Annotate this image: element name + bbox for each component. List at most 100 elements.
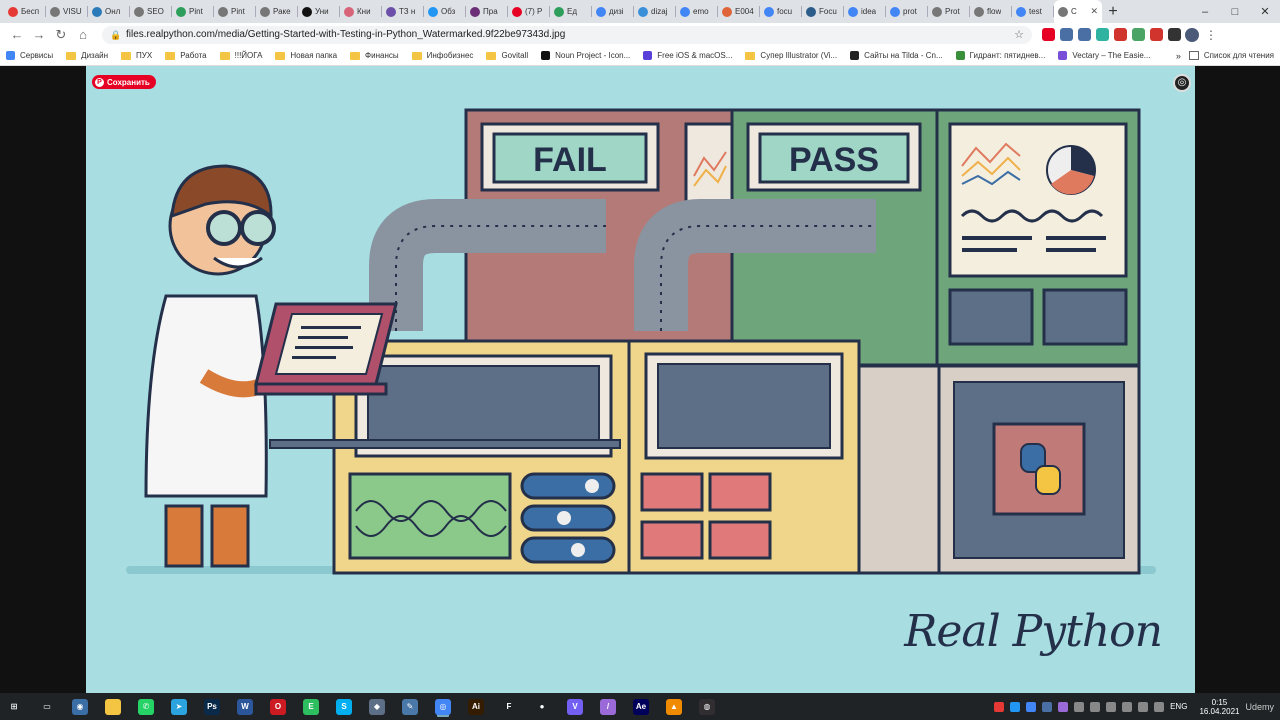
taskbar-opera-icon[interactable]: O [270, 698, 286, 715]
close-tab-icon[interactable]: ✕ [1090, 6, 1098, 17]
browser-tab[interactable]: prot [886, 0, 928, 23]
home-button[interactable]: ⌂ [72, 25, 94, 45]
bookmark-item[interactable]: Дизайн [66, 51, 108, 60]
browser-tab[interactable]: idea [844, 0, 886, 23]
bookmark-item[interactable]: Noun Project - Icon... [541, 51, 630, 60]
browser-tab[interactable]: дизі [592, 0, 634, 23]
taskbar-viber-icon[interactable]: V [567, 698, 583, 715]
browser-tab[interactable]: Бесп [4, 0, 46, 23]
bookmark-item[interactable]: Супер Illustrator (Vi... [745, 51, 837, 60]
back-button[interactable]: ← [6, 25, 28, 45]
taskbar-pen-icon[interactable]: / [600, 698, 616, 715]
tray-icon[interactable] [1090, 701, 1101, 712]
bookmark-item[interactable]: ПУХ [121, 51, 152, 60]
tray-icon[interactable] [1010, 701, 1021, 712]
address-bar[interactable]: 🔒 ☆ [102, 25, 1032, 44]
bookmark-item[interactable]: Работа [165, 51, 207, 60]
taskbar-task-view-icon[interactable]: ▭ [39, 698, 55, 715]
forward-button[interactable]: → [28, 25, 50, 45]
bookmark-item[interactable]: Vectary – The Easie... [1058, 51, 1150, 60]
tray-icon[interactable] [1106, 701, 1117, 712]
bookmarks-more-button[interactable]: » [1176, 51, 1181, 61]
close-window-button[interactable]: ✕ [1250, 0, 1280, 23]
browser-tab[interactable]: Пра [466, 0, 508, 23]
tray-icon[interactable] [1058, 701, 1069, 712]
taskbar-windows-icon[interactable]: ⊞ [6, 698, 22, 715]
taskbar-vpn-icon[interactable]: ◆ [369, 698, 385, 715]
browser-tab[interactable]: dizaj [634, 0, 676, 23]
url-input[interactable] [126, 29, 1015, 40]
bookmark-item[interactable]: Сайты на Tilda - Cn... [850, 51, 943, 60]
browser-tab[interactable]: Обз [424, 0, 466, 23]
extension-icon[interactable] [1132, 28, 1145, 41]
browser-tab[interactable]: Раке [256, 0, 298, 23]
browser-tab[interactable]: test [1012, 0, 1054, 23]
taskbar-obs-icon[interactable]: ◍ [699, 698, 715, 715]
taskbar-skype-icon[interactable]: S [336, 698, 352, 715]
extension-icon[interactable] [1114, 28, 1127, 41]
language-indicator[interactable]: ENG [1170, 702, 1187, 711]
browser-tab[interactable]: Pint [214, 0, 256, 23]
bookmark-item[interactable]: Govitall [486, 51, 528, 60]
browser-tab[interactable]: focu [760, 0, 802, 23]
tray-icon[interactable] [1138, 701, 1149, 712]
browser-tab[interactable]: VISU [46, 0, 88, 23]
browser-tab[interactable]: Focu [802, 0, 844, 23]
taskbar-telegram-icon[interactable]: ➤ [171, 698, 187, 715]
taskbar-whatsapp-icon[interactable]: ✆ [138, 698, 154, 715]
clock[interactable]: 0:15 16.04.2021 [1199, 698, 1239, 716]
browser-tab[interactable]: Pint [172, 0, 214, 23]
tray-icon[interactable] [1074, 701, 1085, 712]
taskbar-explorer-icon[interactable] [105, 698, 121, 715]
taskbar-illustrator-icon[interactable]: Ai [468, 698, 484, 715]
tray-icon[interactable] [1122, 701, 1133, 712]
browser-tab[interactable]: Кни [340, 0, 382, 23]
taskbar-chrome-icon[interactable]: ◎ [435, 698, 451, 715]
taskbar-record-icon[interactable]: ● [534, 698, 550, 715]
taskbar-notes-icon[interactable]: ✎ [402, 698, 418, 715]
browser-menu-button[interactable]: ⋮ [1205, 28, 1217, 42]
taskbar-evernote-icon[interactable]: E [303, 698, 319, 715]
google-lens-icon[interactable]: ◎ [1173, 74, 1191, 92]
bookmark-item[interactable]: Новая папка [275, 51, 337, 60]
browser-tab[interactable]: SEO [130, 0, 172, 23]
browser-tab[interactable]: Онл [88, 0, 130, 23]
extension-icon[interactable] [1078, 28, 1091, 41]
browser-tab[interactable]: Уни [298, 0, 340, 23]
pinterest-save-button[interactable]: P Сохранить [92, 75, 156, 89]
bookmark-item[interactable]: Инфобизнес [411, 51, 473, 60]
bookmark-star-icon[interactable]: ☆ [1014, 28, 1024, 41]
tray-icon[interactable] [994, 701, 1005, 712]
taskbar-word-icon[interactable]: W [237, 698, 253, 715]
browser-tab[interactable]: flow [970, 0, 1012, 23]
extension-icon[interactable] [1060, 28, 1073, 41]
reading-list-button[interactable]: Список для чтения [1188, 51, 1274, 60]
reload-button[interactable]: ↻ [50, 25, 72, 45]
tray-icon[interactable] [1042, 701, 1053, 712]
bookmark-item[interactable]: Сервисы [6, 51, 53, 60]
browser-tab[interactable]: E004 [718, 0, 760, 23]
browser-tab[interactable]: Prot [928, 0, 970, 23]
profile-avatar[interactable] [1185, 27, 1199, 42]
bookmark-item[interactable]: Free iOS & macOS... [643, 51, 732, 60]
tray-icon[interactable] [1026, 701, 1037, 712]
browser-tab[interactable]: еmo [676, 0, 718, 23]
browser-tab[interactable]: (7) P [508, 0, 550, 23]
bookmark-item[interactable]: Гидрант: пятиднев... [955, 51, 1045, 60]
maximize-button[interactable]: □ [1220, 0, 1250, 23]
extension-icon[interactable] [1096, 28, 1109, 41]
taskbar-after-effects-icon[interactable]: Ae [633, 698, 649, 715]
browser-tab[interactable]: Ед [550, 0, 592, 23]
taskbar-vlc-icon[interactable]: ▲ [666, 698, 682, 715]
extension-icon[interactable] [1150, 28, 1163, 41]
browser-tab[interactable]: C ✕ [1054, 0, 1102, 23]
bookmark-item[interactable]: !!!ЙОГА [219, 51, 262, 60]
browser-tab[interactable]: ТЗ н [382, 0, 424, 23]
taskbar-photoshop-icon[interactable]: Ps [204, 698, 220, 715]
tray-icon[interactable] [1154, 701, 1165, 712]
taskbar-camera-icon[interactable]: ◉ [72, 698, 88, 715]
extension-icon[interactable] [1168, 28, 1181, 41]
minimize-button[interactable]: – [1190, 0, 1220, 23]
extension-icon[interactable] [1042, 28, 1055, 41]
taskbar-figma-icon[interactable]: F [501, 698, 517, 715]
